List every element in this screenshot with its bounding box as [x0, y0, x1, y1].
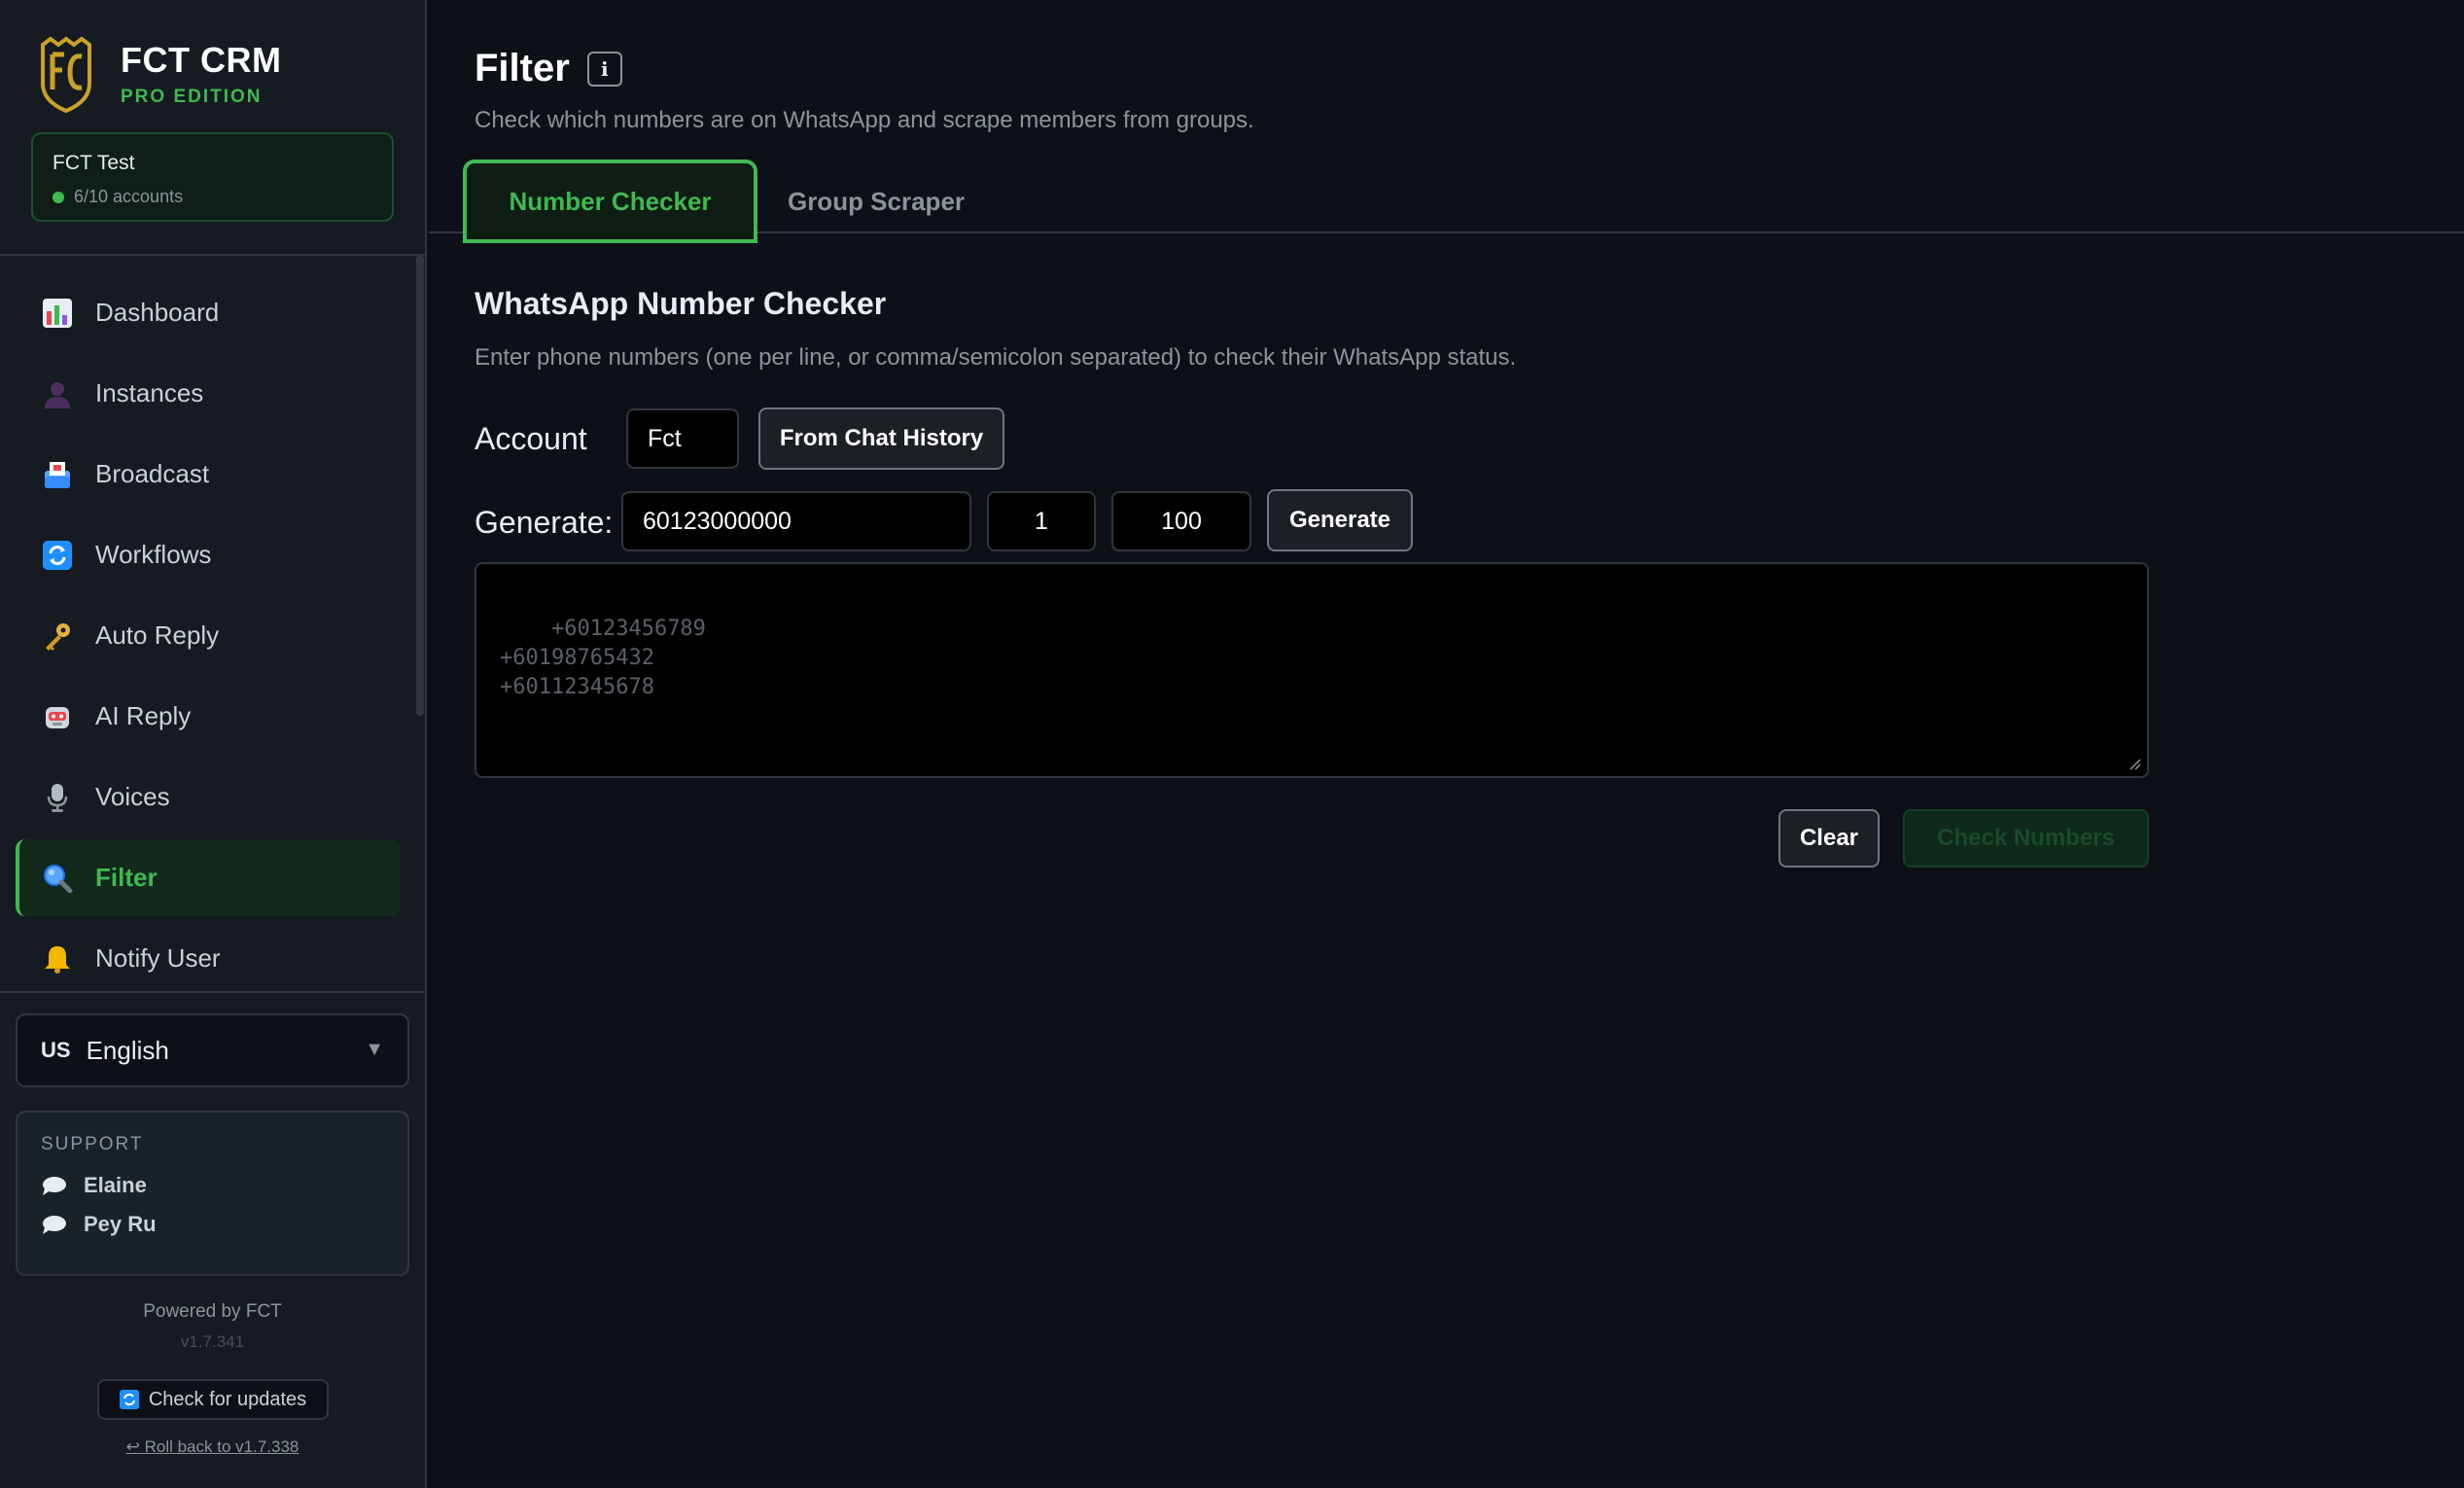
- robot-icon: [41, 700, 74, 733]
- section-description: Enter phone numbers (one per line, or co…: [475, 344, 1517, 371]
- sidebar-item-ai-reply[interactable]: AI Reply: [16, 678, 401, 755]
- sidebar-item-label: Filter: [95, 863, 158, 892]
- microphone-icon: [41, 781, 74, 814]
- section-title: WhatsApp Number Checker: [475, 286, 887, 321]
- fct-shield-logo: [41, 36, 91, 113]
- online-dot-icon: [53, 191, 64, 203]
- account-status: 6/10 accounts: [53, 187, 372, 207]
- from-chat-history-button[interactable]: From Chat History: [758, 407, 1004, 470]
- magnifier-icon: [41, 862, 74, 895]
- support-contact-pey-ru[interactable]: Pey Ru: [41, 1212, 384, 1237]
- brand: FCT CRM PRO EDITION: [39, 35, 281, 113]
- info-icon[interactable]: i: [586, 51, 622, 87]
- generate-label: Generate:: [475, 505, 614, 540]
- bar-chart-icon: [41, 297, 74, 330]
- clear-button[interactable]: Clear: [1778, 809, 1880, 868]
- generate-prefix-input[interactable]: 60123000000: [621, 491, 971, 551]
- account-label: Account: [475, 421, 587, 456]
- sidebar-item-label: Instances: [95, 378, 204, 407]
- rollback-link[interactable]: ↩ Roll back to v1.7.338: [0, 1437, 425, 1457]
- tab-number-checker[interactable]: Number Checker: [463, 159, 757, 243]
- sidebar-item-workflows[interactable]: Workflows: [16, 516, 401, 593]
- sidebar-item-broadcast[interactable]: Broadcast: [16, 436, 401, 513]
- account-card[interactable]: FCT Test 6/10 accounts: [31, 132, 394, 222]
- check-updates-button[interactable]: Check for updates: [97, 1379, 329, 1420]
- check-updates-label: Check for updates: [148, 1388, 307, 1410]
- flag-us-icon: US: [41, 1038, 71, 1062]
- sidebar-item-label: Voices: [95, 782, 170, 811]
- page-subtitle: Check which numbers are on WhatsApp and …: [475, 107, 1254, 133]
- refresh-icon: [41, 539, 74, 572]
- numbers-placeholder: +60123456789 +60198765432 +60112345678: [500, 617, 706, 699]
- refresh-icon: [119, 1390, 139, 1409]
- account-count: 6/10 accounts: [74, 187, 184, 206]
- sidebar-scrollbar[interactable]: [416, 255, 424, 716]
- account-select[interactable]: Fct: [626, 408, 739, 469]
- chat-bubble-icon: [43, 1177, 66, 1195]
- bell-icon: [41, 942, 74, 975]
- numbers-textarea[interactable]: +60123456789 +60198765432 +60112345678: [475, 562, 2149, 778]
- sidebar-item-label: Dashboard: [95, 298, 220, 327]
- sidebar-nav: Dashboard Instances Broadcast Workflows …: [16, 274, 401, 1001]
- page-title: Filter i: [475, 47, 622, 90]
- brand-title: FCT CRM: [121, 40, 282, 80]
- generate-start-input[interactable]: 1: [987, 491, 1096, 551]
- sidebar-item-auto-reply[interactable]: Auto Reply: [16, 597, 401, 674]
- support-contact-name: Elaine: [84, 1173, 147, 1197]
- inbox-icon: [41, 458, 74, 491]
- generate-count-input[interactable]: 100: [1111, 491, 1251, 551]
- main-content: Filter i Check which numbers are on What…: [429, 0, 2464, 1488]
- sidebar-divider: [0, 254, 425, 256]
- chat-bubble-icon: [43, 1216, 66, 1234]
- support-contact-elaine[interactable]: Elaine: [41, 1173, 384, 1198]
- sidebar-item-label: Notify User: [95, 943, 221, 973]
- sidebar-item-filter[interactable]: Filter: [16, 839, 401, 916]
- generate-button[interactable]: Generate: [1267, 489, 1413, 551]
- tab-group-scraper[interactable]: Group Scraper: [769, 159, 983, 243]
- user-icon: [41, 377, 74, 410]
- sidebar-item-label: Auto Reply: [95, 620, 220, 650]
- sidebar-item-notify-user[interactable]: Notify User: [16, 920, 401, 997]
- support-contact-name: Pey Ru: [84, 1212, 157, 1236]
- tab-bar: Number Checker Group Scraper: [429, 159, 2464, 243]
- language-select[interactable]: US English ▼: [16, 1013, 409, 1087]
- sidebar-item-label: Workflows: [95, 540, 212, 569]
- sidebar-item-label: Broadcast: [95, 459, 210, 488]
- support-card: SUPPORT Elaine Pey Ru: [16, 1111, 409, 1276]
- sidebar-item-dashboard[interactable]: Dashboard: [16, 274, 401, 351]
- caret-down-icon: ▼: [365, 1039, 384, 1060]
- app-version: v1.7.341: [180, 1332, 245, 1351]
- sidebar-divider: [0, 991, 425, 993]
- sidebar-item-label: AI Reply: [95, 701, 192, 730]
- support-title: SUPPORT: [41, 1134, 144, 1154]
- language-label: English: [86, 1035, 169, 1065]
- resize-handle-icon[interactable]: [2128, 757, 2141, 770]
- account-name: FCT Test: [53, 152, 135, 174]
- sidebar: FCT CRM PRO EDITION FCT Test 6/10 accoun…: [0, 0, 427, 1488]
- sidebar-item-instances[interactable]: Instances: [16, 355, 401, 432]
- page-title-text: Filter: [475, 47, 570, 89]
- key-icon: [41, 620, 74, 653]
- sidebar-item-voices[interactable]: Voices: [16, 759, 401, 835]
- powered-by: Powered by FCT: [143, 1301, 282, 1322]
- brand-edition: PRO EDITION: [121, 87, 263, 107]
- check-numbers-button[interactable]: Check Numbers: [1903, 809, 2149, 868]
